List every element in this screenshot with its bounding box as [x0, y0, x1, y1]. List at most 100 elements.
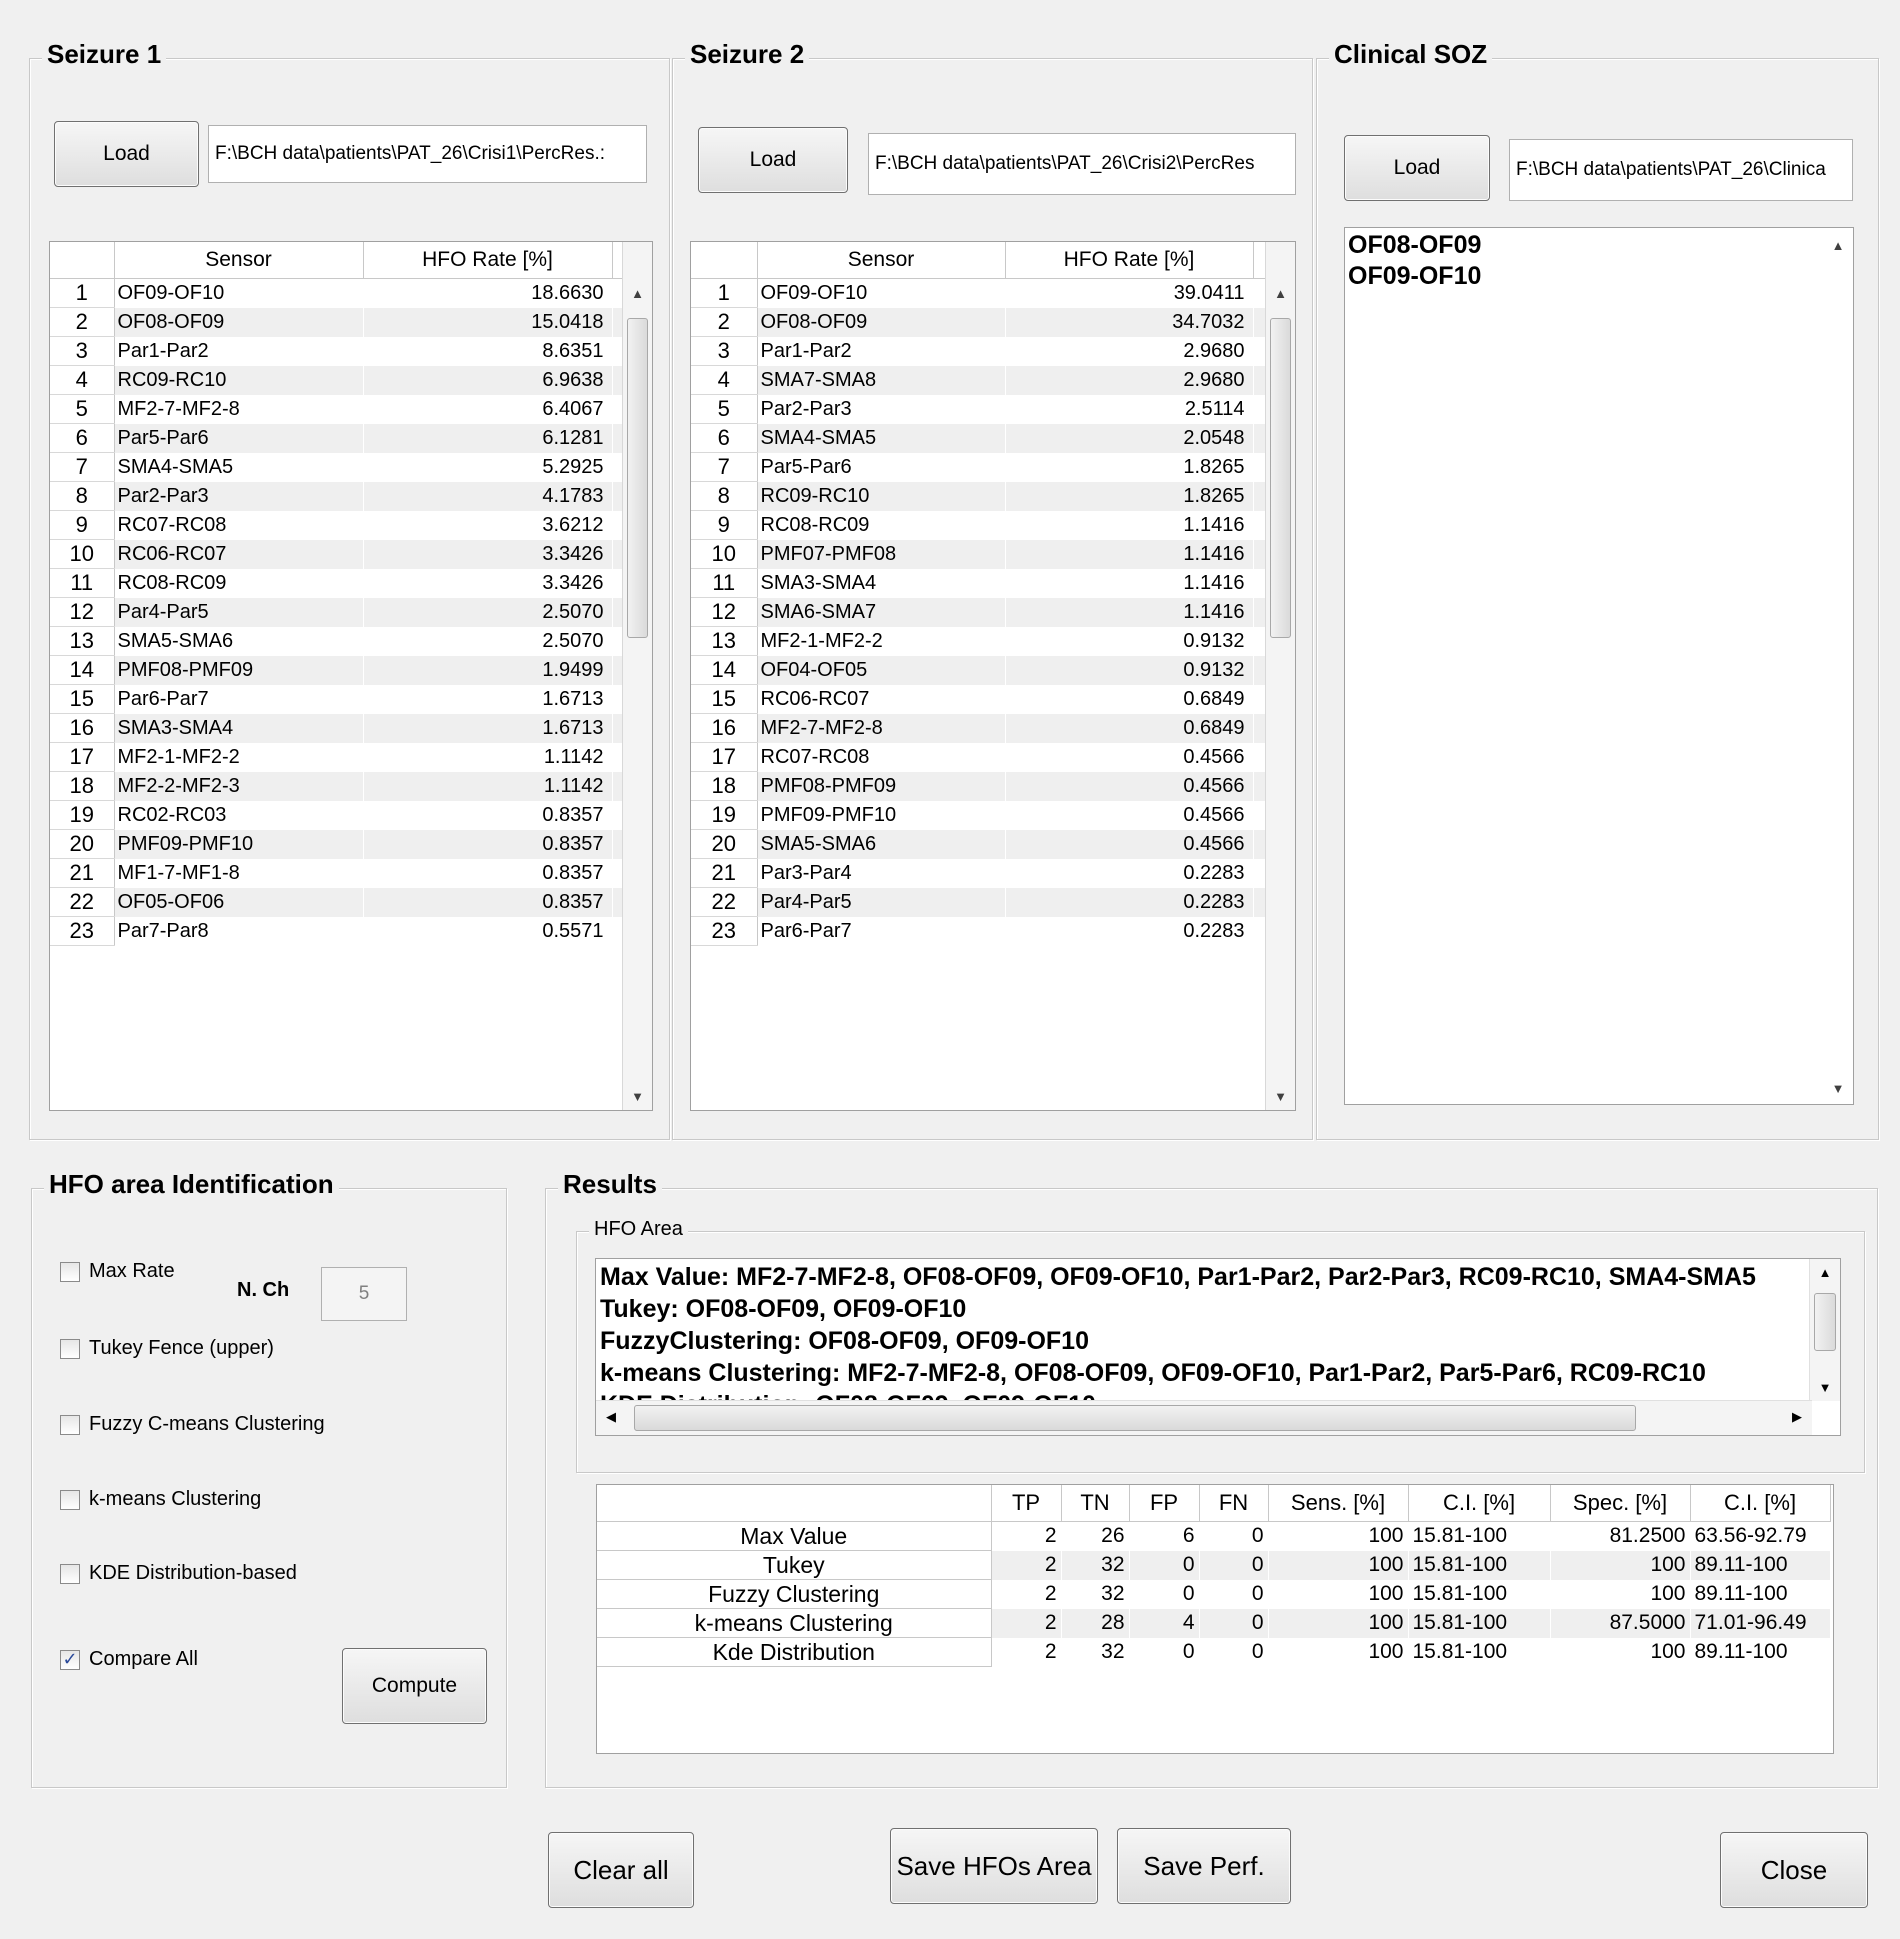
- list-item[interactable]: OF08-OF09: [1345, 230, 1853, 261]
- table-row[interactable]: 10 RC06-RC07 3.3426: [50, 539, 623, 569]
- result-cell[interactable]: 0: [1199, 1521, 1269, 1551]
- column-header[interactable]: FP: [1129, 1485, 1200, 1522]
- empty-cell[interactable]: [612, 742, 623, 772]
- sensor-cell[interactable]: OF08-OF09: [114, 307, 364, 337]
- hfo-rate-cell[interactable]: 0.9132: [1005, 626, 1254, 656]
- sensor-cell[interactable]: Par6-Par7: [757, 916, 1006, 946]
- hfo-rate-cell[interactable]: 1.6713: [363, 684, 613, 714]
- scrollbar-thumb[interactable]: [1270, 318, 1291, 638]
- hfo-rate-cell[interactable]: 18.6630: [363, 278, 613, 308]
- result-cell[interactable]: 100: [1550, 1579, 1691, 1609]
- result-cell[interactable]: 0: [1199, 1550, 1269, 1580]
- hfo-rate-cell[interactable]: 0.5571: [363, 916, 613, 946]
- column-header[interactable]: Spec. [%]: [1550, 1485, 1691, 1522]
- scroll-down-arrow-icon[interactable]: ▼: [1266, 1089, 1295, 1104]
- empty-cell[interactable]: [1253, 307, 1266, 337]
- hfo-rate-cell[interactable]: 1.9499: [363, 655, 613, 685]
- table-row[interactable]: 6 Par5-Par6 6.1281: [50, 423, 623, 453]
- hfo-rate-cell[interactable]: 6.4067: [363, 394, 613, 424]
- sensor-cell[interactable]: RC08-RC09: [114, 568, 364, 598]
- sensor-cell[interactable]: Par4-Par5: [114, 597, 364, 627]
- hfo-rate-cell[interactable]: 15.0418: [363, 307, 613, 337]
- table-row[interactable]: 8 RC09-RC10 1.8265: [691, 481, 1266, 511]
- seizure2-load-button[interactable]: Load: [698, 127, 848, 193]
- hfo-rate-cell[interactable]: 2.0548: [1005, 423, 1254, 453]
- empty-cell[interactable]: [1253, 887, 1266, 917]
- hfo-rate-cell[interactable]: 3.6212: [363, 510, 613, 540]
- hfo-rate-cell[interactable]: 4.1783: [363, 481, 613, 511]
- table-row[interactable]: 17 MF2-1-MF2-2 1.1142: [50, 742, 623, 772]
- hfo-rate-cell[interactable]: 1.8265: [1005, 481, 1254, 511]
- table-row[interactable]: 18 PMF08-PMF09 0.4566: [691, 771, 1266, 801]
- result-cell[interactable]: 2: [991, 1521, 1062, 1551]
- hfo-vscroll[interactable]: ▲ ▼: [1809, 1259, 1840, 1401]
- empty-cell[interactable]: [1253, 655, 1266, 685]
- empty-cell[interactable]: [612, 771, 623, 801]
- table-row[interactable]: Max Value 2 26 6 0 100 15.81-100 81.2500 63.56-9…: [597, 1521, 1831, 1551]
- max-rate-box[interactable]: [60, 1261, 80, 1282]
- seizure2-path-field[interactable]: F:\BCH data\patients\PAT_26\Crisi2\PercR…: [868, 133, 1296, 195]
- table-row[interactable]: 20 SMA5-SMA6 0.4566: [691, 829, 1266, 859]
- sensor-cell[interactable]: MF2-1-MF2-2: [757, 626, 1006, 656]
- result-cell[interactable]: 2: [991, 1637, 1062, 1667]
- hfo-rate-cell[interactable]: 1.1416: [1005, 510, 1254, 540]
- hfo-rate-cell[interactable]: 0.2283: [1005, 858, 1254, 888]
- sensor-cell[interactable]: PMF09-PMF10: [114, 829, 364, 859]
- scrollbar-thumb[interactable]: [634, 1405, 1636, 1431]
- empty-cell[interactable]: [612, 423, 623, 453]
- table-row[interactable]: 9 RC07-RC08 3.6212: [50, 510, 623, 540]
- table-row[interactable]: 2 OF08-OF09 15.0418: [50, 307, 623, 337]
- fuzzy-checkbox[interactable]: Fuzzy C-means Clustering: [60, 1413, 325, 1436]
- empty-cell[interactable]: [1253, 423, 1266, 453]
- nch-input[interactable]: 5: [321, 1267, 407, 1321]
- hfo-rate-cell[interactable]: 0.8357: [363, 858, 613, 888]
- sensor-cell[interactable]: RC07-RC08: [114, 510, 364, 540]
- result-cell[interactable]: 100: [1268, 1579, 1409, 1609]
- empty-cell[interactable]: [1253, 742, 1266, 772]
- result-cell[interactable]: 89.11-100: [1690, 1637, 1831, 1667]
- empty-cell[interactable]: [612, 684, 623, 714]
- sensor-cell[interactable]: RC09-RC10: [757, 481, 1006, 511]
- hfo-rate-cell[interactable]: 0.4566: [1005, 771, 1254, 801]
- result-cell[interactable]: 32: [1061, 1637, 1130, 1667]
- column-header-hfo-rate[interactable]: HFO Rate [%]: [1005, 242, 1254, 279]
- empty-cell[interactable]: [1253, 336, 1266, 366]
- column-header[interactable]: TN: [1061, 1485, 1130, 1522]
- empty-cell[interactable]: [612, 568, 623, 598]
- column-header[interactable]: FN: [1199, 1485, 1269, 1522]
- scrollbar-thumb[interactable]: [1814, 1293, 1836, 1351]
- table-row[interactable]: 17 RC07-RC08 0.4566: [691, 742, 1266, 772]
- result-cell[interactable]: 26: [1061, 1521, 1130, 1551]
- empty-cell[interactable]: [1253, 626, 1266, 656]
- clinical-path-field[interactable]: F:\BCH data\patients\PAT_26\Clinica: [1509, 139, 1853, 201]
- table-row[interactable]: 11 RC08-RC09 3.3426: [50, 568, 623, 598]
- empty-cell[interactable]: [612, 713, 623, 743]
- column-header-hfo-rate[interactable]: HFO Rate [%]: [363, 242, 613, 279]
- max-rate-checkbox[interactable]: Max Rate: [60, 1260, 175, 1283]
- hfo-rate-cell[interactable]: 0.4566: [1005, 800, 1254, 830]
- column-header[interactable]: Sens. [%]: [1268, 1485, 1409, 1522]
- table-row[interactable]: 4 RC09-RC10 6.9638: [50, 365, 623, 395]
- table-row[interactable]: 14 PMF08-PMF09 1.9499: [50, 655, 623, 685]
- sensor-cell[interactable]: RC07-RC08: [757, 742, 1006, 772]
- result-cell[interactable]: 100: [1268, 1521, 1409, 1551]
- table-row[interactable]: 11 SMA3-SMA4 1.1416: [691, 568, 1266, 598]
- table-row[interactable]: 22 Par4-Par5 0.2283: [691, 887, 1266, 917]
- result-cell[interactable]: 28: [1061, 1608, 1130, 1638]
- sensor-cell[interactable]: Par4-Par5: [757, 887, 1006, 917]
- empty-cell[interactable]: [612, 278, 623, 308]
- table-row[interactable]: 2 OF08-OF09 34.7032: [691, 307, 1266, 337]
- sensor-cell[interactable]: RC06-RC07: [114, 539, 364, 569]
- sensor-cell[interactable]: SMA4-SMA5: [757, 423, 1006, 453]
- hfo-rate-cell[interactable]: 1.1142: [363, 771, 613, 801]
- empty-cell[interactable]: [1253, 481, 1266, 511]
- empty-cell[interactable]: [612, 539, 623, 569]
- result-cell[interactable]: 15.81-100: [1408, 1521, 1551, 1551]
- clinical-load-button[interactable]: Load: [1344, 135, 1490, 201]
- sensor-cell[interactable]: PMF08-PMF09: [114, 655, 364, 685]
- sensor-cell[interactable]: SMA5-SMA6: [114, 626, 364, 656]
- result-cell[interactable]: 100: [1268, 1637, 1409, 1667]
- clinical-scrollbar[interactable]: ▲ ▼: [1823, 228, 1853, 1104]
- result-cell[interactable]: 15.81-100: [1408, 1579, 1551, 1609]
- sensor-cell[interactable]: SMA6-SMA7: [757, 597, 1006, 627]
